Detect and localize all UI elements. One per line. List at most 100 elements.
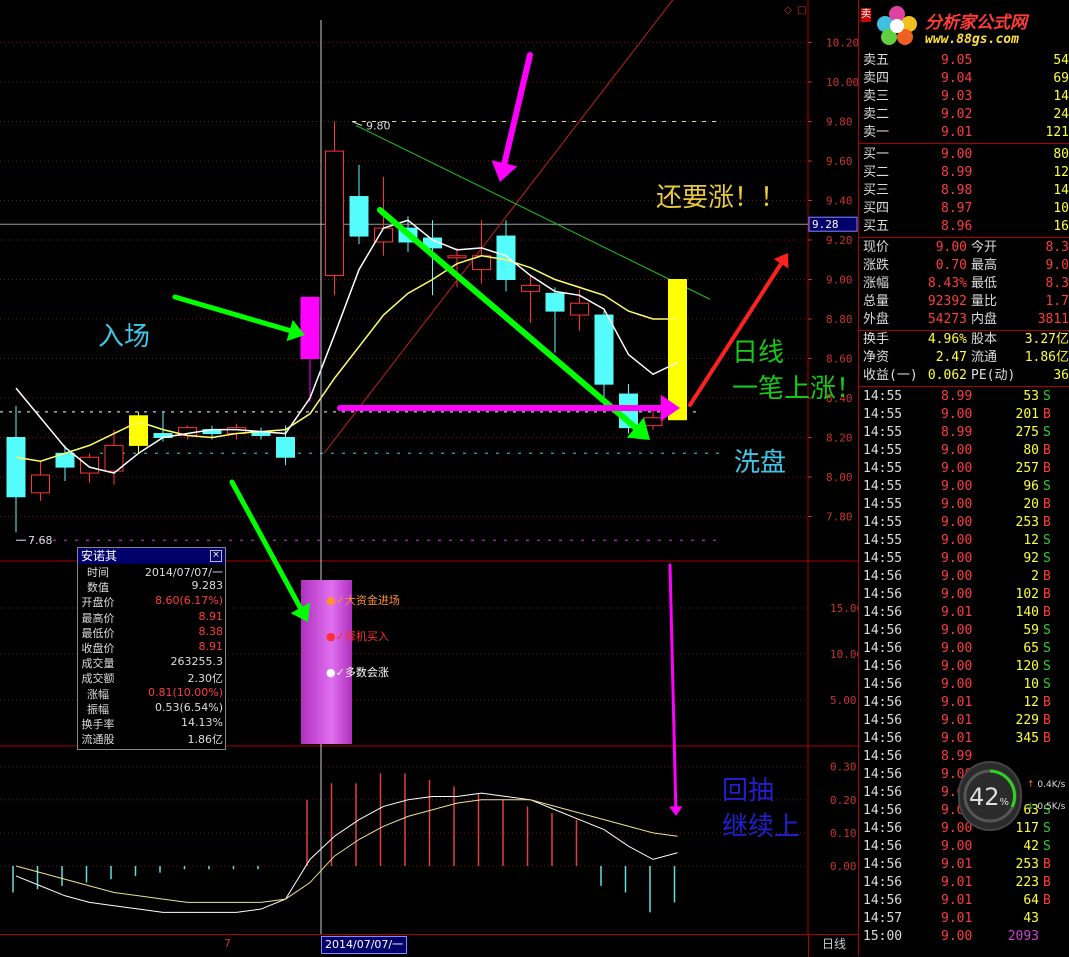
info-row: 涨幅 0.81(10.00%) <box>78 686 225 701</box>
candle-body <box>496 235 516 281</box>
tick-volume: 257 <box>1015 461 1039 476</box>
ask-row: 卖三 9.03 14 <box>859 88 1069 106</box>
info-value: 8.38 <box>198 624 224 638</box>
info-row: 收盘价 8.91 <box>78 640 225 655</box>
price-tick-label: 10.00 <box>826 76 859 89</box>
trade-tick-row: 14:55 9.00 92 S <box>859 550 1069 568</box>
price-tick-label: 9.80 <box>826 116 853 129</box>
stat-key: 内盘 <box>971 312 998 327</box>
tick-side: B <box>1043 695 1051 710</box>
bid-label: 买五 <box>863 219 890 234</box>
info-key: 换手率 <box>81 717 115 731</box>
annotation-daily-line-2: 一笔上涨！ <box>732 374 863 404</box>
info-box-rows: 时间 2014/07/07/一 数值 9.283 开盘价 8.60(6.17%) 最高价 8.… <box>78 564 225 746</box>
ask-row: 卖五 9.05 54 <box>859 52 1069 70</box>
tick-side: S <box>1043 677 1051 692</box>
info-row: 数值 9.283 <box>78 579 225 594</box>
signal-buy: ●✓择机买入 <box>326 630 389 643</box>
ask-volume: 14 <box>1053 89 1069 104</box>
ask-label: 卖四 <box>863 71 890 86</box>
tick-price: 8.99 <box>941 389 973 404</box>
tick-price: 9.00 <box>941 641 973 656</box>
trade-tick-row: 14:56 9.00 65 S <box>859 640 1069 658</box>
info-row: 成交量 263255.3 <box>78 655 225 670</box>
candle-body <box>594 314 614 385</box>
tick-time: 14:56 <box>863 803 903 818</box>
volume-tick-label: 5.00 <box>830 694 857 707</box>
annotation-still-rise: 还要涨！！ <box>656 183 787 213</box>
stat-value: 0.70 <box>935 258 967 273</box>
info-key: 开盘价 <box>81 596 115 610</box>
bid-price: 8.99 <box>941 165 973 180</box>
stat-value: 4.96% <box>927 332 967 347</box>
ask-row: 卖一 9.01 121 <box>859 124 1069 142</box>
tick-side: B <box>1043 497 1051 512</box>
stat-value: 3811 <box>1037 312 1069 327</box>
tick-price: 9.00 <box>941 623 973 638</box>
tick-price: 9.00 <box>941 551 973 566</box>
tick-time: 14:55 <box>863 407 903 422</box>
tick-side: S <box>1043 533 1051 548</box>
stat-value: 9.00 <box>935 240 967 255</box>
info-row: 时间 2014/07/07/一 <box>78 564 225 579</box>
arrow-pullback-head <box>669 806 683 816</box>
candle-body <box>300 296 320 359</box>
info-value: 8.60(6.17%) <box>154 594 223 608</box>
stat-row: 总量 92392 量比 1.7 <box>859 293 1069 311</box>
tick-price: 9.01 <box>941 731 973 746</box>
tick-price: 9.00 <box>941 479 973 494</box>
candle-info-box[interactable]: 安诺其 × 时间 2014/07/07/一 数值 9.283 开盘价 8.60(6.17%… <box>77 547 226 750</box>
tick-side: B <box>1043 875 1051 890</box>
tick-side: S <box>1043 479 1051 494</box>
period-selector[interactable]: 日线 <box>808 935 859 957</box>
tick-volume: 80 <box>1023 443 1039 458</box>
annotation-enter: 入场 <box>98 322 151 352</box>
close-icon[interactable]: × <box>210 550 222 562</box>
stat-value: 8.43% <box>927 276 967 291</box>
info-row: 最高价 8.91 <box>78 610 225 625</box>
candle-body <box>643 417 663 427</box>
candle-body <box>349 196 369 237</box>
trade-tick-row: 14:55 9.00 80 B <box>859 442 1069 460</box>
panel-divider <box>859 143 1069 144</box>
ask-volume: 121 <box>1045 125 1069 140</box>
diamond-icon[interactable]: ◇ <box>784 5 792 16</box>
info-key: 数值 <box>87 581 109 595</box>
stat-key: 涨跌 <box>863 258 890 273</box>
annotation-wash: 洗盘 <box>734 448 787 478</box>
check-icon: ✓ <box>335 594 345 607</box>
tick-time: 14:56 <box>863 659 903 674</box>
info-key: 时间 <box>87 566 109 579</box>
info-row: 开盘价 8.60(6.17%) <box>78 594 225 609</box>
stat-row: 涨幅 8.43% 最低 8.3 <box>859 275 1069 293</box>
tick-price: 9.00 <box>941 569 973 584</box>
stat-value: 54273 <box>927 312 967 327</box>
info-box-title[interactable]: 安诺其 × <box>78 548 225 564</box>
info-row: 流通股 1.86亿 <box>78 731 225 746</box>
bid-label: 买二 <box>863 165 890 180</box>
tick-time: 14:56 <box>863 677 903 692</box>
network-gauge[interactable]: 42% <box>960 763 1020 829</box>
stat-key: 总量 <box>863 294 890 309</box>
ask-price: 9.05 <box>941 53 973 68</box>
tick-side: S <box>1043 551 1051 566</box>
arrow-volume <box>229 479 303 611</box>
stat-value: 2.47 <box>935 350 967 365</box>
signal-dot-icon: ● <box>326 666 336 679</box>
arrow-up-icon: ↑ <box>1027 780 1035 790</box>
trade-tick-row: 14:56 9.00 10 S <box>859 676 1069 694</box>
tick-volume: 10 <box>1023 677 1039 692</box>
price-tick-label: 9.00 <box>826 274 853 287</box>
tick-side: S <box>1043 623 1051 638</box>
tick-volume: 2093 <box>1007 929 1039 944</box>
trade-tick-row: 14:56 9.01 229 B <box>859 712 1069 730</box>
window-icon[interactable]: □ <box>797 5 806 16</box>
tick-price: 9.00 <box>941 515 973 530</box>
candle-body <box>276 437 295 458</box>
stat-key: 今开 <box>971 240 998 255</box>
logo-url: www.88gs.com <box>925 32 1019 47</box>
info-value: 263255.3 <box>170 655 224 669</box>
ask-label: 卖二 <box>863 107 890 122</box>
stat-row: 现价 9.00 今开 8.3 <box>859 239 1069 257</box>
high-label: 9.80 <box>366 120 391 133</box>
